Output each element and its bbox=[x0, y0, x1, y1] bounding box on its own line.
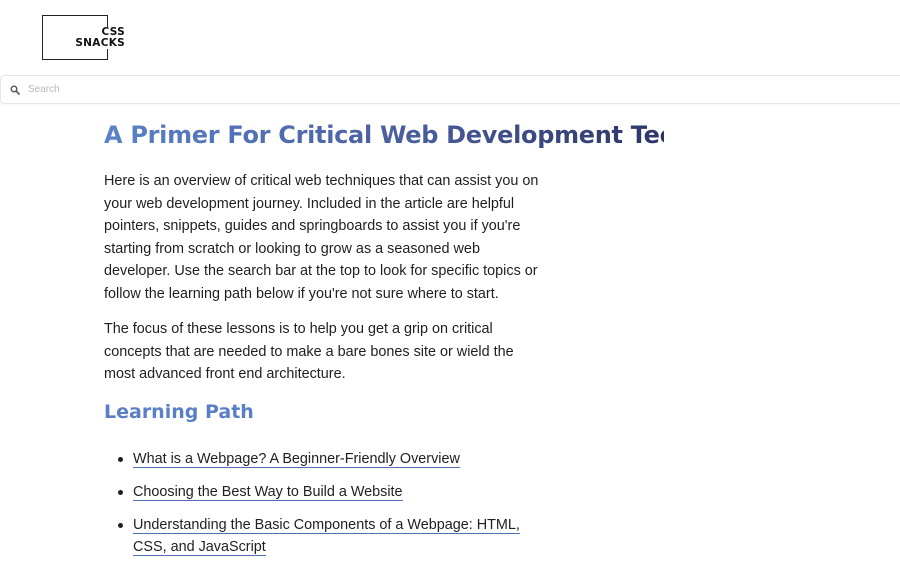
link-what-is-a-webpage[interactable]: What is a Webpage? A Beginner-Friendly O… bbox=[133, 450, 460, 468]
logo-line-2: SNACKS bbox=[73, 36, 125, 49]
link-choosing-best-way[interactable]: Choosing the Best Way to Build a Website bbox=[133, 483, 403, 501]
link-basic-components[interactable]: Understanding the Basic Components of a … bbox=[133, 516, 520, 556]
intro-paragraph: Here is an overview of critical web tech… bbox=[104, 173, 539, 302]
link-wrapper: Understanding the Basic Components of a … bbox=[133, 514, 523, 558]
article: A Primer For Critical Web Development Te… bbox=[104, 118, 779, 564]
logo-line-1: CSS bbox=[99, 25, 125, 38]
focus-paragraph: The focus of these lessons is to help yo… bbox=[104, 321, 514, 382]
learning-path-heading: Learning Path bbox=[104, 400, 254, 423]
search-icon bbox=[10, 85, 28, 95]
list-item: What is a Webpage? A Beginner-Friendly O… bbox=[118, 448, 664, 470]
list-item: Choosing the Best Way to Build a Website bbox=[118, 481, 664, 503]
page-title: A Primer For Critical Web Development Te… bbox=[104, 118, 779, 152]
list-item: Understanding the Basic Components of a … bbox=[118, 514, 664, 558]
page: CSS SNACKS A Primer For Critical Web Dev… bbox=[0, 0, 900, 564]
css-snacks-logo[interactable]: CSS SNACKS bbox=[42, 15, 125, 60]
search-input[interactable] bbox=[28, 79, 868, 100]
learning-path-list: What is a Webpage? A Beginner-Friendly O… bbox=[104, 448, 664, 558]
search-bar bbox=[0, 75, 900, 104]
